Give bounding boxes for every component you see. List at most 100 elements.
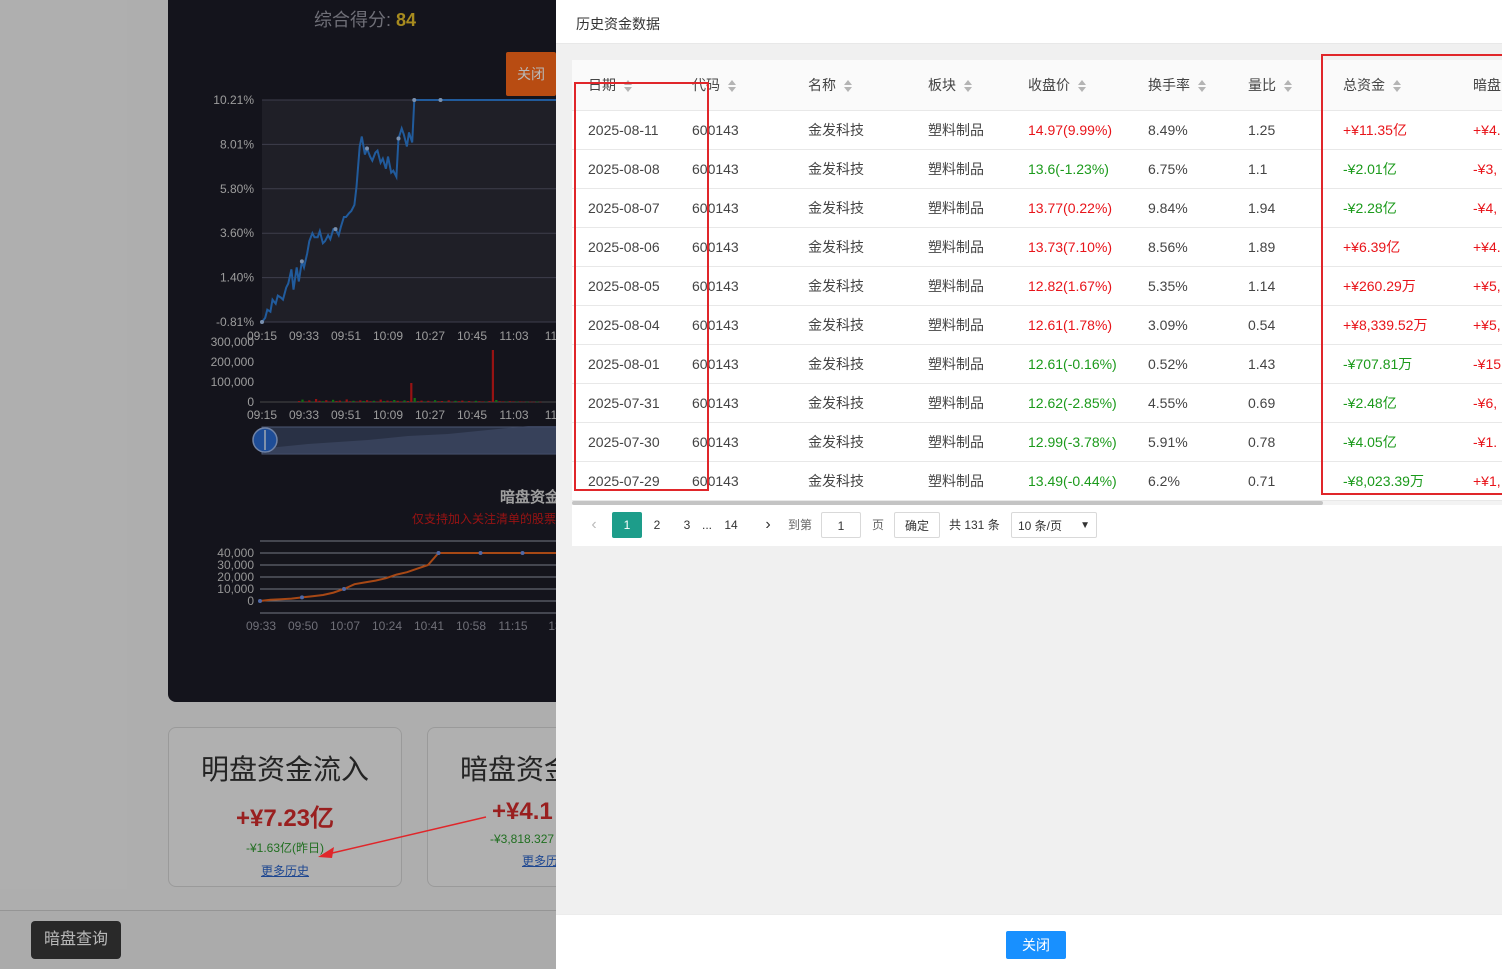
cell-close: 12.61(-0.16%): [1012, 344, 1132, 384]
table-row[interactable]: 2025-08-07 600143 金发科技 塑料制品 13.77(0.22%) 9.84…: [572, 188, 1502, 228]
table-row[interactable]: 2025-08-04 600143 金发科技 塑料制品 12.61(1.78%) 3.09…: [572, 305, 1502, 345]
cell-date: 2025-08-05: [572, 266, 692, 306]
cell-dark-pool: -¥15: [1457, 344, 1502, 384]
horizontal-scrollbar[interactable]: [572, 501, 1502, 505]
cell-total-fund: -¥707.81万: [1327, 344, 1457, 384]
scrollbar-thumb[interactable]: [572, 501, 1323, 505]
cell-dark-pool: -¥1.: [1457, 422, 1502, 462]
history-drawer: 历史资金数据 日期 代码 名称 板块 收盘价 换手率 量比 总资金 暗盘 202…: [556, 0, 1502, 969]
page-2[interactable]: 2: [642, 512, 672, 538]
cell-name: 金发科技: [792, 422, 912, 462]
drawer-title: 历史资金数据: [576, 16, 660, 32]
page-size-value: 10 条/页: [1018, 519, 1063, 533]
cell-dark-pool: +¥5,: [1457, 305, 1502, 345]
cell-date: 2025-08-01: [572, 344, 692, 384]
table-row[interactable]: 2025-08-05 600143 金发科技 塑料制品 12.82(1.67%) 5.35…: [572, 266, 1502, 306]
cell-dark-pool: -¥3,: [1457, 149, 1502, 189]
goto-page-input[interactable]: 1: [821, 512, 861, 538]
table-row[interactable]: 2025-07-29 600143 金发科技 塑料制品 13.49(-0.44%) 6.2…: [572, 461, 1502, 501]
cell-code: 600143: [692, 383, 792, 423]
page-1[interactable]: 1: [612, 512, 642, 538]
cell-total-fund: +¥8,339.52万: [1327, 305, 1457, 345]
cell-code: 600143: [692, 344, 792, 384]
cell-code: 600143: [692, 149, 792, 189]
drawer-close-button[interactable]: 关闭: [1006, 931, 1066, 959]
cell-total-fund: -¥8,023.39万: [1327, 461, 1457, 501]
cell-close: 13.6(-1.23%): [1012, 149, 1132, 189]
cell-turnover: 8.56%: [1132, 227, 1232, 267]
table-row[interactable]: 2025-07-31 600143 金发科技 塑料制品 12.62(-2.85%) 4.5…: [572, 383, 1502, 423]
column-header-volume-ratio[interactable]: 量比: [1232, 60, 1327, 111]
cell-sector: 塑料制品: [912, 461, 1012, 501]
cell-dark-pool: +¥1,: [1457, 461, 1502, 501]
chevron-down-icon: ▼: [1080, 520, 1090, 531]
cell-turnover: 3.09%: [1132, 305, 1232, 345]
table-row[interactable]: 2025-07-30 600143 金发科技 塑料制品 12.99(-3.78%) 5.9…: [572, 422, 1502, 462]
table-row[interactable]: 2025-08-01 600143 金发科技 塑料制品 12.61(-0.16%) 0.5…: [572, 344, 1502, 384]
cell-volume-ratio: 1.14: [1232, 266, 1327, 306]
cell-total-fund: +¥6.39亿: [1327, 227, 1457, 267]
cell-turnover: 5.91%: [1132, 422, 1232, 462]
page-size-select[interactable]: 10 条/页 ▼: [1011, 512, 1097, 538]
history-table-container: 日期 代码 名称 板块 收盘价 换手率 量比 总资金 暗盘 2025-08-11…: [572, 60, 1502, 546]
sort-icon[interactable]: [1284, 80, 1293, 93]
cell-total-fund: +¥11.35亿: [1327, 110, 1457, 150]
sort-icon[interactable]: [1078, 80, 1087, 93]
cell-name: 金发科技: [792, 305, 912, 345]
table-row[interactable]: 2025-08-08 600143 金发科技 塑料制品 13.6(-1.23%) 6.75…: [572, 149, 1502, 189]
cell-total-fund: +¥260.29万: [1327, 266, 1457, 306]
cell-dark-pool: -¥4,: [1457, 188, 1502, 228]
cell-volume-ratio: 0.78: [1232, 422, 1327, 462]
sort-icon[interactable]: [964, 80, 973, 93]
total-count: 共 131 条: [949, 518, 1000, 532]
cell-code: 600143: [692, 422, 792, 462]
sort-icon[interactable]: [728, 80, 737, 93]
cell-name: 金发科技: [792, 461, 912, 501]
column-header-close[interactable]: 收盘价: [1012, 60, 1132, 111]
cell-sector: 塑料制品: [912, 227, 1012, 267]
cell-turnover: 4.55%: [1132, 383, 1232, 423]
cell-sector: 塑料制品: [912, 305, 1012, 345]
cell-code: 600143: [692, 266, 792, 306]
cell-sector: 塑料制品: [912, 344, 1012, 384]
cell-sector: 塑料制品: [912, 188, 1012, 228]
table-row[interactable]: 2025-08-06 600143 金发科技 塑料制品 13.73(7.10%) 8.56…: [572, 227, 1502, 267]
sort-icon[interactable]: [1198, 80, 1207, 93]
cell-date: 2025-08-11: [572, 110, 692, 150]
column-header-code[interactable]: 代码: [692, 60, 792, 111]
cell-code: 600143: [692, 305, 792, 345]
cell-close: 13.73(7.10%): [1012, 227, 1132, 267]
table-row[interactable]: 2025-08-11 600143 金发科技 塑料制品 14.97(9.99%) 8.49…: [572, 110, 1502, 150]
cell-close: 13.77(0.22%): [1012, 188, 1132, 228]
column-header-turnover[interactable]: 换手率: [1132, 60, 1232, 111]
column-header-dark-pool[interactable]: 暗盘: [1457, 60, 1502, 111]
cell-date: 2025-08-08: [572, 149, 692, 189]
cell-volume-ratio: 1.89: [1232, 227, 1327, 267]
cell-name: 金发科技: [792, 344, 912, 384]
page-14[interactable]: 14: [716, 512, 746, 538]
sort-icon[interactable]: [1393, 80, 1402, 93]
next-page-icon[interactable]: ›: [758, 512, 778, 538]
column-header-date[interactable]: 日期: [572, 60, 692, 111]
cell-dark-pool: +¥4.: [1457, 227, 1502, 267]
annotation-arrow: [318, 816, 487, 858]
column-header-total-fund[interactable]: 总资金: [1327, 60, 1457, 111]
pagination: ‹ 1 2 3 ... 14 › 到第 1 页 确定 共 131 条 10 条/…: [572, 512, 1502, 546]
cell-volume-ratio: 1.25: [1232, 110, 1327, 150]
column-header-name[interactable]: 名称: [792, 60, 912, 111]
cell-turnover: 6.2%: [1132, 461, 1232, 501]
cell-volume-ratio: 0.69: [1232, 383, 1327, 423]
cell-close: 12.61(1.78%): [1012, 305, 1132, 345]
cell-sector: 塑料制品: [912, 266, 1012, 306]
cell-total-fund: -¥2.28亿: [1327, 188, 1457, 228]
goto-confirm-button[interactable]: 确定: [894, 512, 940, 538]
sort-icon[interactable]: [624, 80, 633, 93]
cell-sector: 塑料制品: [912, 149, 1012, 189]
drawer-header: 历史资金数据: [556, 0, 1502, 44]
cell-name: 金发科技: [792, 227, 912, 267]
cell-date: 2025-08-06: [572, 227, 692, 267]
sort-icon[interactable]: [844, 80, 853, 93]
column-header-sector[interactable]: 板块: [912, 60, 1012, 111]
cell-code: 600143: [692, 461, 792, 501]
prev-page-icon[interactable]: ‹: [584, 512, 604, 538]
